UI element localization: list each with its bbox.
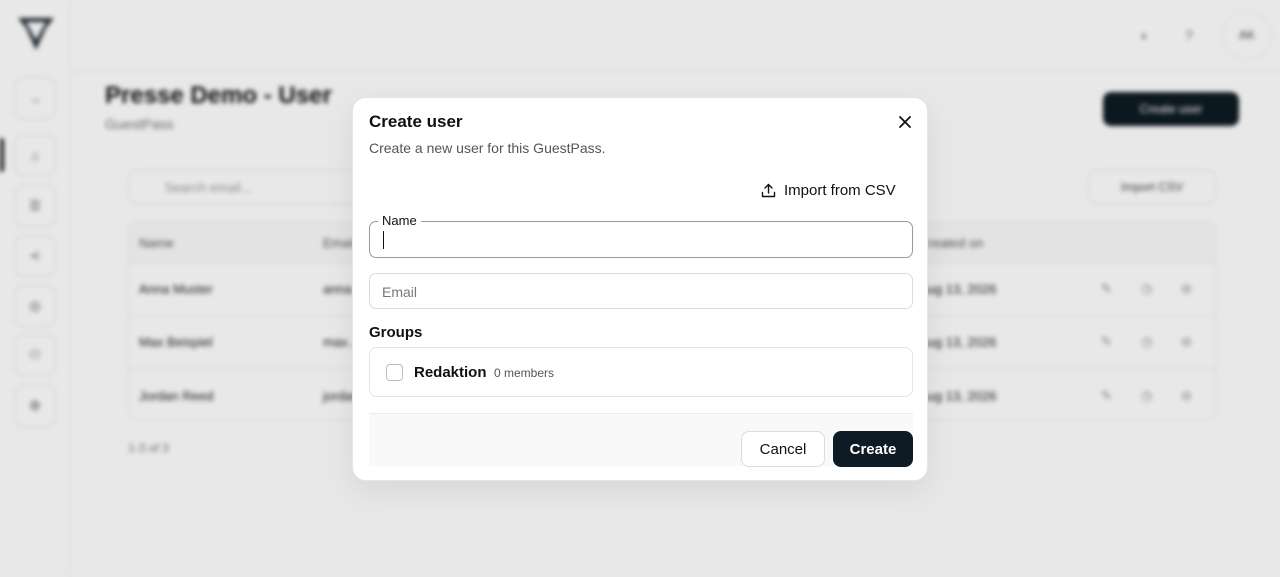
close-icon: [899, 116, 911, 128]
groups-label: Groups: [369, 324, 423, 341]
dialog-footer: Cancel Create: [369, 413, 913, 467]
email-input[interactable]: Email: [369, 273, 913, 309]
group-item-redaktion[interactable]: Redaktion 0 members: [369, 347, 913, 397]
group-member-count: 0 members: [494, 366, 555, 380]
create-button[interactable]: Create: [833, 431, 913, 467]
create-user-dialog: Create user Create a new user for this G…: [352, 97, 928, 481]
upload-icon: [761, 183, 776, 197]
dialog-title: Create user: [369, 112, 463, 131]
group-name: Redaktion: [414, 364, 487, 381]
import-from-csv-label: Import from CSV: [784, 181, 896, 199]
text-cursor: [383, 231, 384, 249]
group-checkbox[interactable]: [386, 364, 403, 381]
import-from-csv-button[interactable]: Import from CSV: [761, 178, 896, 202]
name-field-label: Name: [378, 213, 421, 228]
name-input[interactable]: Name: [369, 213, 913, 258]
cancel-button[interactable]: Cancel: [741, 431, 825, 467]
dialog-description: Create a new user for this GuestPass.: [369, 140, 606, 156]
close-button[interactable]: [895, 112, 915, 132]
